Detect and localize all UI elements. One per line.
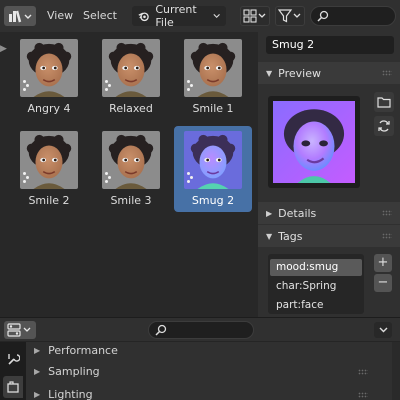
asset-thumbnail [20,131,78,189]
chevron-down-icon [213,13,220,19]
properties-tabs [0,342,26,400]
drag-grip-icon[interactable] [382,233,392,239]
asset-thumbnail [20,39,78,97]
panel-performance[interactable]: ▶ Performance [28,339,378,361]
tag-item[interactable]: mood:smug [270,259,362,276]
asset-thumbnail [184,131,242,189]
library-dropdown-label: Current File [155,3,197,29]
drag-grip-icon[interactable] [358,369,368,375]
collapsed-arrow-icon: ▶ [34,366,41,376]
collapsed-arrow-icon: ▶ [34,345,41,355]
asset-thumbnail [102,131,160,189]
asset-label: Smile 3 [110,194,152,207]
asset-browser-header: View Select Current File [0,0,400,32]
asset-label: Relaxed [109,102,153,115]
drag-grip-icon[interactable] [382,210,392,216]
panel-tags-label: Tags [278,229,303,243]
menu-select[interactable]: Select [83,6,117,26]
remove-tag-button[interactable]: − [374,274,392,292]
asset-tile[interactable]: Smile 2 [10,126,88,212]
properties-editor: ▶ Performance ▶ Sampling ▶ Lighting [0,318,400,400]
panel-sampling-label: Sampling [48,364,100,378]
asset-thumbnail [102,39,160,97]
render-camera-icon [7,381,19,393]
tags-list: mood:smug char:Spring part:face [268,254,364,314]
grid-thumbnails-icon [243,9,266,23]
asset-tile[interactable]: Smug 2 [174,126,252,212]
asset-name-field[interactable]: Smug 2 [266,36,394,54]
asset-tile[interactable]: Smile 1 [174,34,252,120]
panel-sampling[interactable]: ▶ Sampling [28,360,378,382]
asset-browser-icon [9,10,32,23]
pose-asset-icon [187,171,195,183]
asset-thumbnail [184,39,242,97]
generate-preview-button[interactable] [374,116,394,136]
search-icon [155,324,167,336]
panel-lighting-label: Lighting [48,387,93,400]
search-icon [317,10,329,22]
panel-lighting[interactable]: ▶ Lighting [28,383,378,400]
asset-tile[interactable]: Smile 3 [92,126,170,212]
pose-asset-icon [105,79,113,91]
properties-icon [7,323,31,337]
pose-asset-icon [23,171,31,183]
tag-item[interactable]: char:Spring [270,278,362,295]
expanded-arrow-icon: ▼ [266,231,273,241]
panel-tags-header[interactable]: ▼ Tags [258,225,400,247]
expand-sidebar-arrow-icon[interactable]: ▶ [0,44,7,54]
folder-icon [377,97,391,108]
properties-editor-type-button[interactable] [4,321,36,339]
tab-render[interactable] [3,376,23,398]
pose-asset-icon [105,171,113,183]
load-preview-button[interactable] [374,92,394,112]
asset-label: Angry 4 [27,102,71,115]
editor-type-button[interactable] [4,6,36,26]
asset-search-input[interactable] [310,6,396,26]
preview-image [273,101,355,183]
asset-grid: ▶ Angry 4 Relaxed Smile 1 Smile 2 Smile 3 Smu… [0,32,258,317]
panel-performance-label: Performance [48,343,118,357]
blender-icon [138,12,149,22]
asset-sidebar: Smug 2 ▼ Preview ▶ Details ▼ Tags mood:s… [258,32,400,317]
asset-preview [268,96,360,188]
drag-grip-icon[interactable] [382,70,392,76]
asset-label: Smug 2 [191,194,235,207]
pose-asset-icon [187,79,195,91]
tag-item[interactable]: part:face [270,297,362,314]
tool-wrench-icon [8,354,20,365]
filter-funnel-icon [278,9,301,23]
asset-label: Smile 1 [192,102,234,115]
chevron-down-icon [379,327,387,333]
pose-asset-icon [23,79,31,91]
drag-grip-icon[interactable] [358,392,368,398]
expanded-arrow-icon: ▼ [266,68,273,78]
asset-tile[interactable]: Angry 4 [10,34,88,120]
panel-preview-label: Preview [278,66,321,80]
properties-scrollbar[interactable] [392,342,400,400]
library-dropdown[interactable]: Current File [132,3,226,29]
panel-details-label: Details [278,206,317,220]
add-tag-button[interactable]: + [374,254,392,272]
collapsed-arrow-icon: ▶ [34,389,41,399]
panel-preview-header[interactable]: ▼ Preview [258,62,400,84]
asset-tile[interactable]: Relaxed [92,34,170,120]
collapsed-arrow-icon: ▶ [266,208,273,218]
menu-view[interactable]: View [47,6,73,26]
panel-details-header[interactable]: ▶ Details [258,202,400,224]
refresh-icon [378,120,390,132]
options-dropdown-button[interactable] [374,322,392,338]
tab-tool[interactable] [3,348,23,370]
filter-button[interactable] [275,6,305,26]
display-mode-button[interactable] [240,6,270,26]
properties-search-input[interactable] [148,321,254,339]
asset-label: Smile 2 [28,194,70,207]
